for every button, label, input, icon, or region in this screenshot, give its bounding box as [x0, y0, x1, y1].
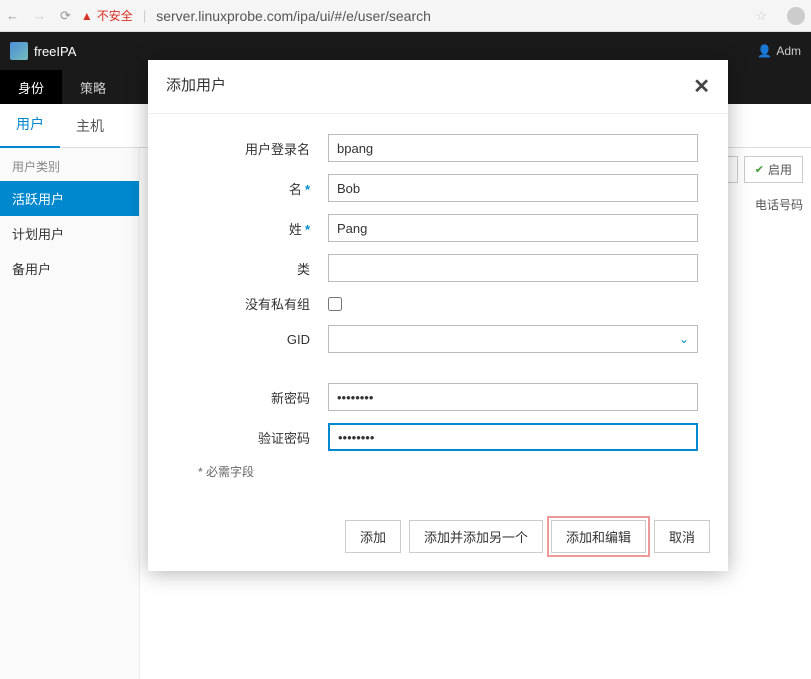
back-icon[interactable]: ←	[6, 8, 19, 23]
label-gid: GID	[178, 332, 328, 347]
sidebar-category: 用户类别	[0, 148, 139, 181]
noprivate-checkbox[interactable]	[328, 297, 342, 311]
topnav-identity[interactable]: 身份	[0, 70, 62, 104]
login-input[interactable]	[328, 134, 698, 162]
label-verifypass: 验证密码	[178, 428, 328, 447]
close-icon[interactable]: ✕	[693, 74, 710, 99]
cancel-button[interactable]: 取消	[654, 520, 710, 553]
sidebar-item-active-users[interactable]: 活跃用户	[0, 181, 139, 216]
add-another-button[interactable]: 添加并添加另一个	[409, 520, 543, 553]
label-firstname: 名*	[178, 179, 328, 198]
warning-icon: ▲	[81, 9, 93, 23]
enable-button[interactable]: ✔启用	[744, 156, 803, 183]
add-button[interactable]: 添加	[345, 520, 401, 553]
sidebar-item-staged-users[interactable]: 计划用户	[0, 216, 139, 251]
subnav-users[interactable]: 用户	[0, 102, 60, 149]
brand-logo[interactable]: freeIPA	[10, 42, 76, 60]
forward-icon[interactable]: →	[33, 8, 46, 23]
sidebar: 用户类别 活跃用户 计划用户 备用户	[0, 148, 140, 679]
add-edit-button[interactable]: 添加和编辑	[551, 520, 646, 553]
label-newpass: 新密码	[178, 388, 328, 407]
bookmark-star-icon[interactable]: ☆	[755, 8, 767, 24]
label-noprivate: 没有私有组	[178, 294, 328, 313]
verifypass-input[interactable]	[328, 423, 698, 451]
required-note: * 必需字段	[178, 463, 698, 480]
label-login: 用户登录名	[178, 139, 328, 158]
class-input[interactable]	[328, 254, 698, 282]
logo-icon	[10, 42, 28, 60]
newpass-input[interactable]	[328, 383, 698, 411]
chevron-down-icon: ⌄	[679, 332, 689, 346]
firstname-input[interactable]	[328, 174, 698, 202]
column-phone-header: 电话号码	[755, 196, 803, 213]
sidebar-item-preserved-users[interactable]: 备用户	[0, 251, 139, 286]
label-lastname: 姓*	[178, 219, 328, 238]
add-user-dialog: 添加用户 ✕ 用户登录名 名* 姓* 类 没有私有组 GID ⌄	[148, 60, 728, 571]
insecure-badge: ▲ 不安全	[81, 7, 133, 24]
label-class: 类	[178, 259, 328, 278]
lastname-input[interactable]	[328, 214, 698, 242]
gid-select[interactable]: ⌄	[328, 325, 698, 353]
extension-icon[interactable]	[787, 7, 805, 25]
subnav-hosts[interactable]: 主机	[60, 104, 120, 148]
user-icon: 👤	[757, 44, 772, 58]
browser-bar: ← → ⟳ ▲ 不安全 | server.linuxprobe.com/ipa/…	[0, 0, 811, 32]
dialog-title: 添加用户	[166, 74, 226, 99]
topnav-policy[interactable]: 策略	[62, 70, 124, 104]
address-bar[interactable]: server.linuxprobe.com/ipa/ui/#/e/user/se…	[156, 8, 745, 24]
check-icon: ✔	[755, 163, 764, 176]
user-menu[interactable]: 👤 Adm	[757, 44, 801, 58]
reload-icon[interactable]: ⟳	[60, 8, 71, 24]
